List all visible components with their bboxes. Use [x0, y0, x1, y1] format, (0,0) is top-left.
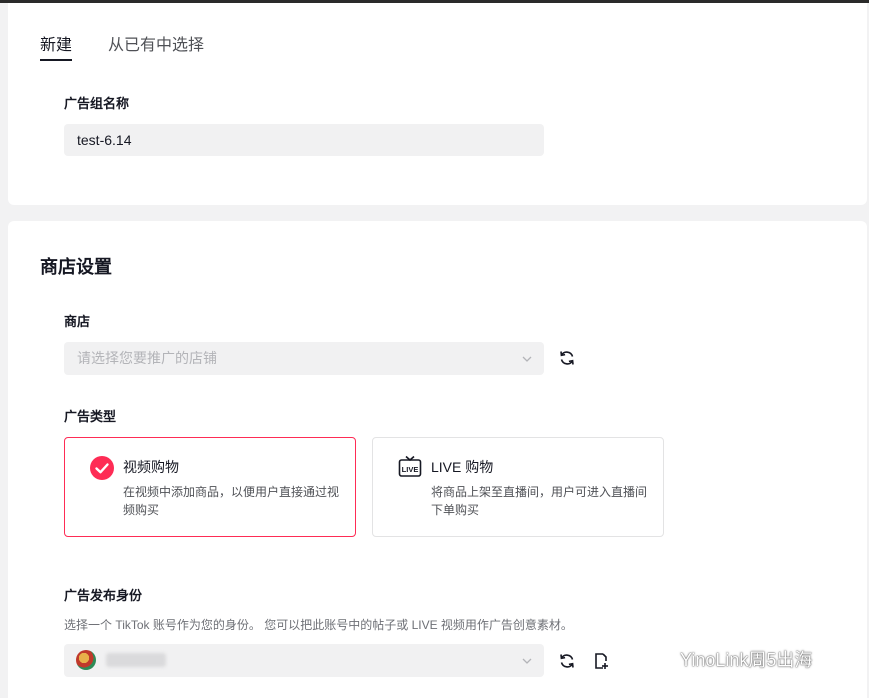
ad-type-live-shopping[interactable]: LIVE LIVE 购物 将商品上架至直播间，用户可进入直播间下单购买	[372, 437, 664, 537]
wechat-icon	[648, 652, 673, 670]
add-account-icon[interactable]	[592, 652, 610, 670]
chevron-down-icon	[522, 356, 532, 362]
ad-type-description: 在视频中添加商品，以便用户直接通过视频购买	[123, 485, 340, 517]
identity-helper-text: 选择一个 TikTok 账号作为您的身份。 您可以把此账号中的帖子或 LIVE …	[64, 618, 573, 632]
section-title: 商店设置	[40, 257, 112, 277]
ad-group-name-value: test-6.14	[77, 132, 132, 148]
ad-type-description: 将商品上架至直播间，用户可进入直播间下单购买	[431, 485, 648, 517]
tab-select-existing[interactable]: 从已有中选择	[108, 36, 204, 56]
chevron-down-icon	[522, 658, 532, 664]
ad-group-name-input[interactable]: test-6.14	[64, 124, 544, 156]
ad-type-title: 视频购物	[123, 459, 179, 475]
ad-type-title: LIVE 购物	[431, 459, 494, 475]
refresh-icon[interactable]	[558, 349, 576, 367]
live-icon: LIVE	[398, 455, 422, 477]
ad-group-card: 新建 从已有中选择 广告组名称 test-6.14	[8, 3, 867, 205]
ad-type-label: 广告类型	[64, 409, 117, 424]
check-icon	[90, 456, 114, 480]
tab-new[interactable]: 新建	[40, 36, 72, 56]
active-tab-indicator	[40, 59, 72, 61]
avatar	[76, 650, 96, 670]
account-name-redacted	[106, 653, 166, 667]
identity-select[interactable]	[64, 644, 544, 677]
shop-label: 商店	[64, 314, 91, 329]
svg-text:LIVE: LIVE	[402, 465, 419, 474]
identity-label: 广告发布身份	[64, 588, 143, 603]
shop-select-placeholder: 请选择您要推广的店铺	[77, 350, 217, 366]
ad-type-video-shopping[interactable]: 视频购物 在视频中添加商品，以便用户直接通过视频购买	[64, 437, 356, 537]
ad-group-name-label: 广告组名称	[64, 96, 130, 111]
shop-select[interactable]: 请选择您要推广的店铺	[64, 342, 544, 375]
refresh-icon[interactable]	[558, 652, 576, 670]
brand-watermark: YinoLink周5出海	[680, 650, 813, 670]
shop-settings-card: 商店设置 商店 请选择您要推广的店铺 广告类型 视频购物 在视频中添加商品，以便…	[8, 221, 867, 698]
